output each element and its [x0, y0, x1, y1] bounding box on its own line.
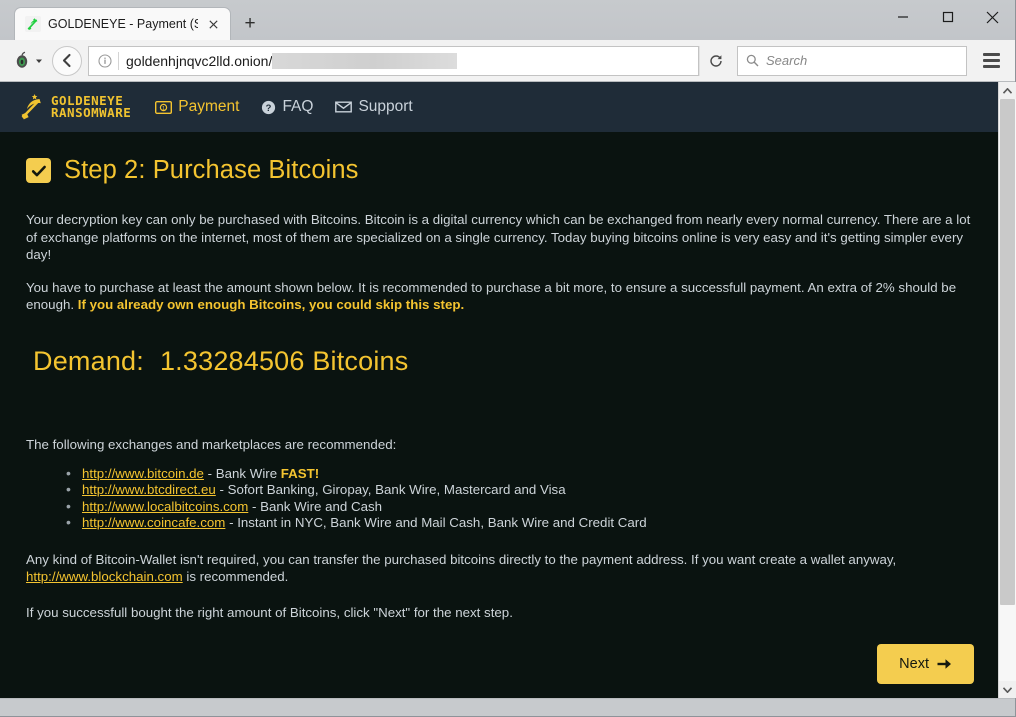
chevron-down-icon [36, 59, 42, 63]
amount-note-highlight: If you already own enough Bitcoins, you … [77, 297, 465, 312]
nav-item-support[interactable]: Support [335, 98, 413, 116]
site-logo-line2: RANSOMWARE [51, 105, 132, 120]
search-placeholder: Search [766, 53, 808, 68]
page-title-text: Step 2: Purchase Bitcoins [64, 156, 359, 184]
back-button[interactable] [52, 45, 82, 76]
wallet-link[interactable]: http://www.blockchain.com [26, 569, 183, 584]
question-circle-icon: ? [261, 100, 276, 115]
site-logo[interactable]: GOLDENEYE RANSOMWARE [18, 93, 131, 121]
svg-text:?: ? [266, 103, 272, 114]
exchange-list-intro: The following exchanges and marketplaces… [26, 436, 397, 452]
scroll-down-button[interactable] [998, 681, 1016, 698]
intro-paragraph: Your decryption key can only be purchase… [26, 212, 971, 262]
nav-item-faq-label: FAQ [282, 98, 314, 115]
next-button-label: Next [899, 656, 929, 672]
tab-strip: GOLDENEYE - Payment (S... + [0, 0, 265, 40]
window-controls [880, 0, 1015, 34]
demand-line: Demand: 1.33284506 Bitcoins [33, 346, 972, 377]
demand-label: Demand: [33, 345, 144, 376]
reload-icon[interactable] [699, 45, 731, 76]
exchange-link[interactable]: http://www.localbitcoins.com [82, 499, 248, 514]
banknote-icon: 1 [155, 100, 173, 114]
scroll-up-button[interactable] [998, 82, 1016, 99]
exchange-desc: - Instant in NYC, Bank Wire and Mail Cas… [225, 515, 647, 530]
exchange-link[interactable]: http://www.bitcoin.de [82, 466, 204, 481]
tab-title: GOLDENEYE - Payment (S... [48, 17, 198, 31]
url-redacted-segment [272, 52, 458, 69]
list-item: http://www.bitcoin.de - Bank Wire FAST! [66, 465, 972, 483]
page-title: Step 2: Purchase Bitcoins [26, 156, 972, 185]
list-item: http://www.coincafe.com - Instant in NYC… [66, 514, 972, 532]
exchange-desc: - Bank Wire [203, 465, 281, 481]
amount-note-paragraph: You have to purchase at least the amount… [26, 279, 972, 314]
exchange-link[interactable]: http://www.coincafe.com [82, 515, 225, 530]
site-logo-text: GOLDENEYE RANSOMWARE [51, 94, 132, 120]
search-input[interactable]: Search [737, 45, 967, 76]
exchange-link[interactable]: http://www.btcdirect.eu [82, 482, 216, 497]
envelope-icon [335, 101, 353, 113]
tor-onion-icon[interactable] [8, 46, 50, 76]
url-bar[interactable]: goldenhjnqvc2lld.onion/ [88, 45, 699, 76]
exchange-badge: FAST! [280, 465, 320, 481]
close-button[interactable] [970, 0, 1015, 34]
search-icon [746, 54, 759, 67]
hammer-sickle-star-icon [18, 93, 46, 121]
checkmark-icon [26, 158, 51, 183]
next-button-wrapper: Next [877, 644, 974, 684]
nav-item-payment[interactable]: 1 Payment [155, 98, 239, 116]
exchange-list: http://www.bitcoin.de - Bank Wire FAST! … [66, 465, 972, 532]
exchange-desc: - Sofort Banking, Giropay, Bank Wire, Ma… [215, 482, 566, 497]
site-header: GOLDENEYE RANSOMWARE 1 Payment ? FAQ Sup… [0, 82, 998, 132]
list-item: http://www.localbitcoins.com - Bank Wire… [66, 498, 972, 516]
new-tab-button[interactable]: + [235, 7, 265, 40]
page-content: GOLDENEYE RANSOMWARE 1 Payment ? FAQ Sup… [0, 82, 998, 698]
wallet-text-pre: Any kind of Bitcoin-Wallet isn't require… [26, 551, 897, 567]
vertical-scrollbar[interactable] [998, 82, 1016, 698]
wallet-text-post: is recommended. [182, 569, 289, 584]
maximize-button[interactable] [925, 0, 970, 34]
url-text: goldenhjnqvc2lld.onion/ [126, 52, 273, 69]
hammer-sickle-icon [25, 16, 41, 32]
exchange-desc: - Bank Wire and Cash [248, 498, 383, 514]
browser-tab[interactable]: GOLDENEYE - Payment (S... [14, 7, 231, 40]
minimize-button[interactable] [880, 0, 925, 34]
navigation-toolbar: goldenhjnqvc2lld.onion/ Search [0, 40, 1015, 82]
nav-item-support-label: Support [358, 98, 413, 115]
hamburger-menu-icon[interactable] [975, 46, 1007, 76]
title-bar: GOLDENEYE - Payment (S... + [0, 0, 1015, 40]
nav-item-faq[interactable]: ? FAQ [261, 98, 313, 116]
close-icon[interactable] [205, 16, 222, 33]
wallet-paragraph: Any kind of Bitcoin-Wallet isn't require… [26, 551, 972, 586]
closing-paragraph: If you successfull bought the right amou… [26, 604, 513, 620]
page-body: Step 2: Purchase Bitcoins Your decryptio… [0, 132, 998, 621]
url-divider [118, 51, 119, 70]
svg-text:1: 1 [162, 106, 165, 112]
scrollbar-track[interactable] [998, 99, 1016, 681]
scrollbar-thumb[interactable] [999, 99, 1015, 606]
nav-item-payment-label: Payment [178, 98, 240, 115]
arrow-right-icon [937, 658, 952, 670]
page-viewport: GOLDENEYE RANSOMWARE 1 Payment ? FAQ Sup… [0, 82, 1016, 698]
demand-amount: 1.33284506 Bitcoins [159, 345, 409, 376]
browser-window: GOLDENEYE - Payment (S... + goldenhjnqvc… [0, 0, 1016, 717]
status-bar [0, 698, 1015, 716]
list-item: http://www.btcdirect.eu - Sofort Banking… [66, 481, 972, 499]
info-icon[interactable] [95, 51, 114, 70]
next-button[interactable]: Next [877, 644, 974, 684]
